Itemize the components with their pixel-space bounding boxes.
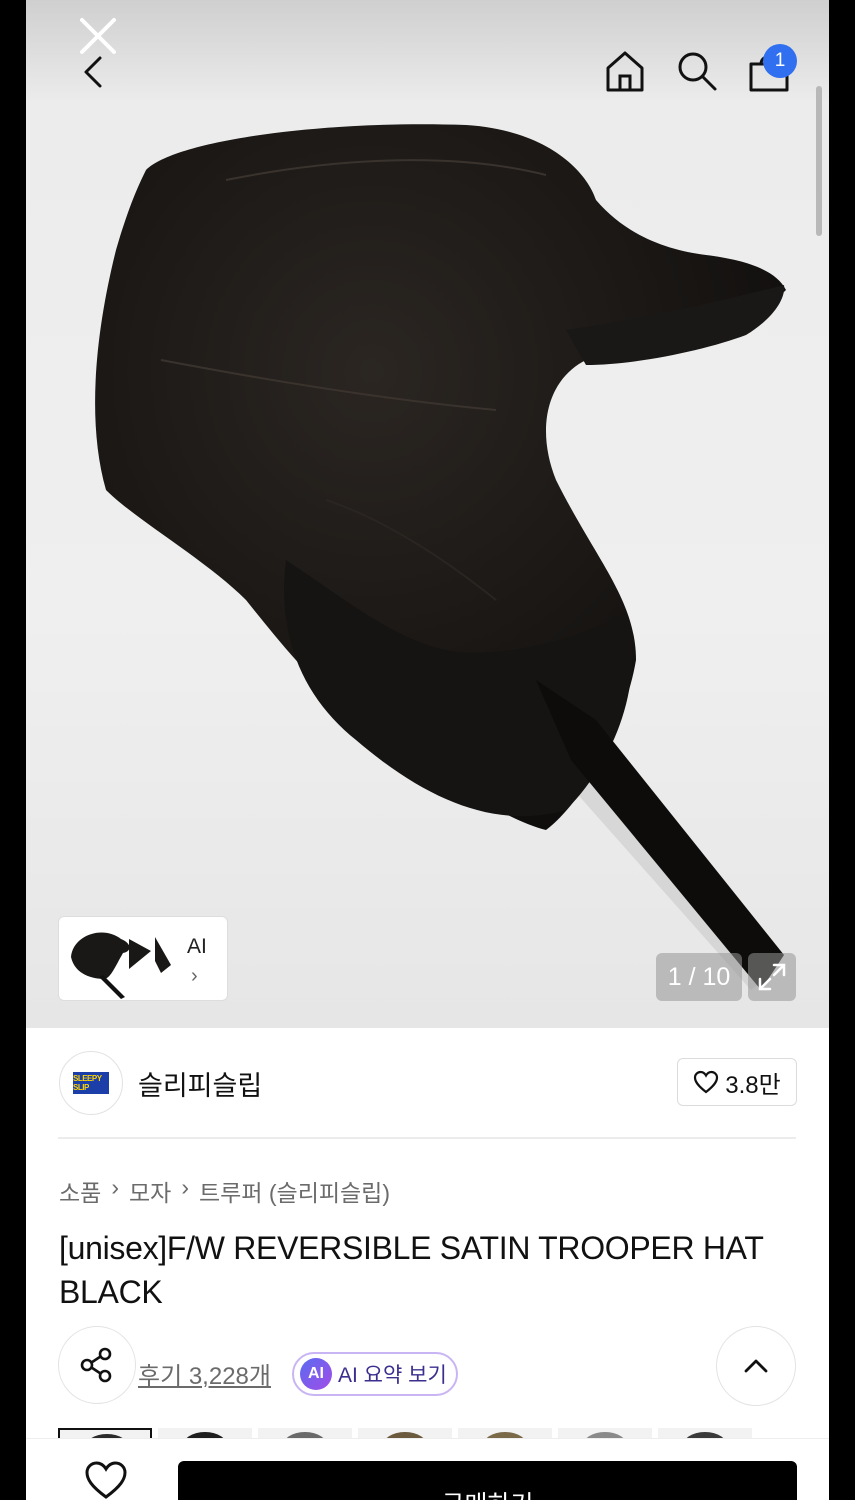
ai-summary-label: AI 요약 보기	[338, 1364, 447, 1387]
share-button[interactable]	[58, 1326, 136, 1404]
back-arrow-icon[interactable]	[74, 52, 114, 92]
chevron-right-icon: ›	[191, 965, 198, 987]
scroll-top-button[interactable]	[716, 1326, 796, 1406]
buy-button[interactable]: 구매하기	[178, 1461, 797, 1500]
product-title: [unisex]F/W REVERSIBLE SATIN TROOPER HAT…	[59, 1230, 764, 1310]
breadcrumb-item[interactable]: 트루퍼 (슬리피슬립)	[199, 1174, 390, 1208]
close-icon[interactable]	[78, 16, 118, 56]
heart-icon	[694, 1070, 719, 1094]
reviews-link[interactable]: 후기 3,228개	[138, 1356, 271, 1391]
shop-logo[interactable]: SLEEPY SLIP	[59, 1051, 123, 1115]
expand-button[interactable]	[748, 953, 796, 1001]
shop-name[interactable]: 슬리피슬립	[138, 1064, 262, 1103]
chevron-up-icon	[744, 1359, 768, 1373]
expand-icon	[758, 963, 786, 991]
ai-badge-icon: AI	[300, 1358, 332, 1390]
home-icon[interactable]	[600, 46, 650, 96]
app-frame: 1 AI › 1 / 10 SLEEPY SLIP 슬리피슬립 3.8만 소품 …	[26, 0, 829, 1500]
breadcrumb-item[interactable]: 모자	[129, 1174, 171, 1208]
image-counter: 1 / 10	[656, 953, 742, 1001]
ai-thumbnail-button[interactable]: AI ›	[58, 916, 228, 1001]
breadcrumb-separator: ›	[111, 1174, 119, 1200]
breadcrumb: 소품 › 모자 › 트루퍼 (슬리피슬립)	[59, 1174, 390, 1208]
breadcrumb-separator: ›	[181, 1174, 189, 1200]
search-icon[interactable]	[672, 46, 722, 96]
divider	[58, 1137, 796, 1139]
cart-count-badge: 1	[763, 44, 797, 78]
ai-summary-button[interactable]: AI AI 요약 보기	[292, 1352, 458, 1396]
ai-thumbnail-label: AI	[187, 935, 207, 958]
product-image-hat	[95, 124, 787, 990]
like-count: 3.8만	[725, 1071, 781, 1099]
ai-thumbnail-image	[71, 932, 171, 999]
shop-like-button[interactable]: 3.8만	[677, 1058, 797, 1106]
wishlist-heart-icon[interactable]	[84, 1460, 128, 1500]
breadcrumb-item[interactable]: 소품	[59, 1174, 101, 1208]
shop-logo-mark: SLEEPY SLIP	[73, 1072, 109, 1094]
scrollbar[interactable]	[816, 86, 822, 236]
product-image-gallery[interactable]: 1 AI › 1 / 10	[26, 0, 829, 1028]
share-icon	[80, 1347, 112, 1383]
